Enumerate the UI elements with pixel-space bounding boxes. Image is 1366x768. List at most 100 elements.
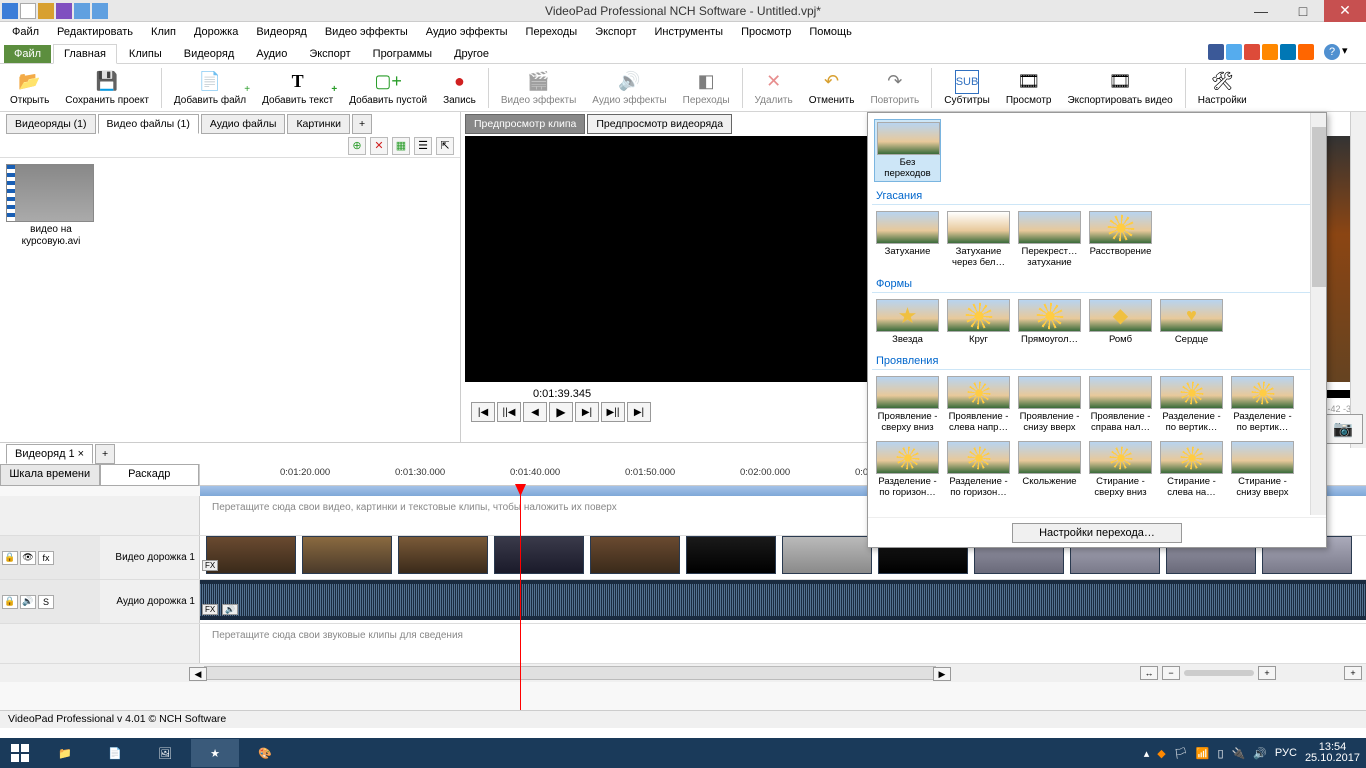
undo-icon[interactable]	[74, 3, 90, 19]
tray-expand-icon[interactable]: ▴	[1144, 747, 1150, 760]
redo-icon[interactable]	[92, 3, 108, 19]
bin-delete-icon[interactable]: ✕	[370, 137, 388, 155]
transition-none[interactable]: Без переходов	[874, 119, 941, 182]
transition-split-h2[interactable]: Разделение - по горизон…	[945, 439, 1012, 500]
track-fx-icon[interactable]: fx	[38, 551, 54, 565]
zoom-in-icon[interactable]: +	[1258, 666, 1276, 680]
task-videopad[interactable]: ★	[191, 739, 239, 767]
transition-rect[interactable]: Прямоугол…	[1016, 297, 1083, 347]
delete-button[interactable]: ✕Удалить	[749, 69, 799, 107]
ribbon-tab-other[interactable]: Другое	[444, 45, 499, 63]
step-back-button[interactable]: ◀	[523, 402, 547, 422]
add-blank-button[interactable]: ▢+Добавить пустой	[343, 69, 433, 107]
ribbon-tab-programs[interactable]: Программы	[363, 45, 442, 63]
tray-action-icon[interactable]: ▯	[1217, 747, 1223, 760]
add-track-button[interactable]: +	[1344, 666, 1362, 680]
ribbon-tab-home[interactable]: Главная	[53, 44, 117, 64]
transition-dissolve[interactable]: Расстворение	[1087, 209, 1154, 270]
open-icon[interactable]	[38, 3, 54, 19]
audio-track-label[interactable]: Аудио дорожка 1	[100, 580, 200, 623]
maximize-button[interactable]: □	[1282, 0, 1324, 22]
tray-clock[interactable]: 13:5425.10.2017	[1305, 742, 1360, 764]
menu-track[interactable]: Дорожка	[186, 24, 246, 40]
record-button[interactable]: ●Запись	[437, 69, 482, 107]
track-lock-icon[interactable]: 🔒	[2, 551, 18, 565]
ribbon-tab-audio[interactable]: Аудио	[246, 45, 297, 63]
menu-tools[interactable]: Инструменты	[647, 24, 732, 40]
menu-help[interactable]: Помощь	[801, 24, 860, 40]
snapshot-button[interactable]: 📷	[1323, 414, 1363, 444]
transition-star[interactable]: ★Звезда	[874, 297, 941, 347]
bin-tab-audiofiles[interactable]: Аудио файлы	[201, 114, 286, 134]
mode-timeline[interactable]: Шкала времени	[0, 464, 100, 486]
start-button[interactable]	[0, 738, 40, 768]
transition-reveal-lr[interactable]: Проявление - слева напр…	[945, 374, 1012, 435]
task-paint[interactable]: 🎨	[241, 739, 289, 767]
menu-videofx[interactable]: Видео эффекты	[317, 24, 416, 40]
transition-settings-button[interactable]: Настройки перехода…	[1012, 523, 1182, 543]
side-scrollbar[interactable]: 📷	[1350, 112, 1366, 448]
play-button[interactable]: ▶	[549, 402, 573, 422]
audio-track-body[interactable]: FX 🔊	[200, 580, 1366, 623]
playhead[interactable]	[520, 484, 521, 710]
tray-av-icon[interactable]: ◆	[1157, 747, 1165, 760]
track-view-icon[interactable]: 👁	[20, 551, 36, 565]
preview-tab-sequence[interactable]: Предпросмотр видеоряда	[587, 114, 732, 134]
tray-network-icon[interactable]: 📶	[1196, 747, 1210, 760]
clip-item[interactable]: видео на курсовую.avi	[6, 164, 96, 248]
transition-wipe-bu[interactable]: Стирание - снизу вверх	[1229, 439, 1296, 500]
bin-tab-images[interactable]: Картинки	[287, 114, 350, 134]
video-track-label[interactable]: Видео дорожка 1	[100, 536, 200, 579]
transition-reveal-bu[interactable]: Проявление - снизу вверх	[1016, 374, 1083, 435]
video-fx-button[interactable]: 🎬Видео эффекты	[495, 69, 582, 107]
menu-view[interactable]: Просмотр	[733, 24, 799, 40]
close-button[interactable]: ✕	[1324, 0, 1366, 22]
bin-detach-icon[interactable]: ⇱	[436, 137, 454, 155]
track-mute-icon[interactable]: 🔊	[20, 595, 36, 609]
export-video-button[interactable]: 🎞Экспортировать видео	[1061, 69, 1178, 107]
goto-end-button[interactable]: ▶|	[627, 402, 651, 422]
transition-split-h1[interactable]: Разделение - по горизон…	[874, 439, 941, 500]
task-explorer[interactable]: 📁	[41, 739, 89, 767]
preview-button[interactable]: 🎞Просмотр	[1000, 69, 1058, 107]
menu-clip[interactable]: Клип	[143, 24, 184, 40]
new-icon[interactable]	[20, 3, 36, 19]
bin-tab-videofiles[interactable]: Видео файлы (1)	[98, 114, 199, 134]
timeline-hscroll[interactable]: ◀▶ ↔ − + +	[0, 664, 1366, 682]
menu-expand-icon[interactable]: ▾	[1342, 44, 1358, 60]
ribbon-tab-clips[interactable]: Клипы	[119, 45, 172, 63]
add-text-button[interactable]: T+Добавить текст	[256, 69, 339, 107]
goto-start-button[interactable]: |◀	[471, 402, 495, 422]
step-fwd-button[interactable]: ▶|	[575, 402, 599, 422]
transition-reveal-td[interactable]: Проявление - сверху вниз	[874, 374, 941, 435]
tray-lang[interactable]: РУС	[1275, 747, 1297, 759]
bin-new-icon[interactable]: ▦	[392, 137, 410, 155]
bin-add-icon[interactable]: ⊕	[348, 137, 366, 155]
transitions-button[interactable]: ◧Переходы	[677, 69, 736, 107]
transition-fadewhite[interactable]: Затухание через бел…	[945, 209, 1012, 270]
transition-crossfade[interactable]: Перекрест… затухание	[1016, 209, 1083, 270]
help-icon[interactable]: ?	[1324, 44, 1340, 60]
transition-fade[interactable]: Затухание	[874, 209, 941, 270]
add-file-button[interactable]: 📄+Добавить файл	[168, 69, 252, 107]
next-frame-button[interactable]: ▶||	[601, 402, 625, 422]
task-writer[interactable]: 📄	[91, 739, 139, 767]
transition-reveal-rl[interactable]: Проявление - справа нал…	[1087, 374, 1154, 435]
redo-button[interactable]: ↷Повторить	[864, 69, 925, 107]
transition-wipe-lr[interactable]: Стирание - слева на…	[1158, 439, 1225, 500]
track-solo-icon[interactable]: S	[38, 595, 54, 609]
undo-button[interactable]: ↶Отменить	[803, 69, 861, 107]
tray-power-icon[interactable]: 🔌	[1232, 747, 1246, 760]
save-icon[interactable]	[56, 3, 72, 19]
open-button[interactable]: 📂Открыть	[4, 69, 55, 107]
transition-diamond[interactable]: ◆Ромб	[1087, 297, 1154, 347]
twitter-icon[interactable]	[1226, 44, 1242, 60]
task-photos[interactable]: 🖼	[141, 739, 189, 767]
transition-heart[interactable]: ♥Сердце	[1158, 297, 1225, 347]
transition-circle[interactable]: Круг	[945, 297, 1012, 347]
sequence-add-button[interactable]: +	[95, 444, 115, 464]
transition-wipe-td[interactable]: Стирание - сверху вниз	[1087, 439, 1154, 500]
fx-badge-audio[interactable]: FX	[202, 604, 218, 615]
menu-export[interactable]: Экспорт	[587, 24, 644, 40]
stumble-icon[interactable]	[1298, 44, 1314, 60]
